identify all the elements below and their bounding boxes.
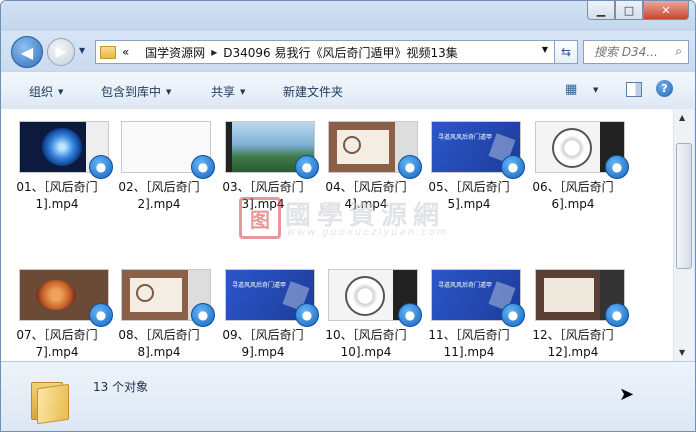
preview-pane-icon[interactable] [626,82,642,97]
file-name-line1: 02、［风后奇门 [118,180,200,194]
scrollbar-thumb[interactable] [676,143,692,269]
file-name-line2: 2].mp4 [137,197,181,211]
share-label: 共享 [211,85,236,99]
organize-menu[interactable]: 组织 ▼ [29,83,63,100]
file-name-line2: 12].mp4 [547,345,599,359]
mouse-cursor-icon: ➤ [619,384,635,405]
watermark-url: www.guoxueziyuan.com [287,227,449,238]
scroll-up-icon[interactable]: ▲ [679,113,685,122]
file-name: 10、［风后奇门 10].mp4 [314,327,418,361]
file-name: 02、［风后奇门 2].mp4 [107,179,211,213]
command-bar: 组织 ▼ 包含到库中 ▼ 共享 ▼ 新建文件夹 ▦ ▼ ? [1,71,695,110]
share-menu[interactable]: 共享 ▼ [211,83,245,100]
chevron-down-icon: ▼ [58,88,64,96]
file-name: 11、［风后奇门 11].mp4 [417,327,521,361]
refresh-icon: ⇆ [560,45,572,59]
file-name-line1: 05、［风后奇门 [428,180,510,194]
new-folder-button[interactable]: 新建文件夹 [283,83,343,100]
search-input[interactable] [592,44,672,60]
search-box[interactable]: ⌕ [583,40,689,64]
file-name-line1: 06、［风后奇门 [532,180,614,194]
navigation-bar: ◀ ▶ ▼ « 国学资源网 ▸ D34096 易我行《风后奇门遁甲》视频13集 … [1,31,695,71]
details-pane: 13 个对象 [1,361,695,431]
back-button[interactable]: ◀ [11,36,43,68]
thumb-title: 寻道风风后奇门遁甲 [232,282,287,289]
search-icon[interactable]: ⌕ [675,44,682,59]
file-name: 09、［风后奇门 9].mp4 [211,327,315,361]
file-name-line2: 7].mp4 [35,345,79,359]
vertical-scrollbar[interactable]: ▲ ▼ [673,109,694,361]
minimize-button[interactable]: ▁ [587,1,615,20]
address-dropdown-icon[interactable]: ▼ [542,45,548,54]
scroll-down-icon[interactable]: ▼ [679,348,685,357]
file-name: 08、［风后奇门 8].mp4 [107,327,211,361]
title-bar: ▁ □ ✕ [1,1,695,31]
thumb-title: 寻道风风后奇门遁甲 [438,134,493,141]
caption-buttons: ▁ □ ✕ [587,1,689,20]
breadcrumb-separator-icon: ▸ [211,45,218,59]
include-in-library-menu[interactable]: 包含到库中 ▼ [101,83,171,100]
file-name: 12、［风后奇门 12].mp4 [521,327,625,361]
file-name-line2: 1].mp4 [35,197,79,211]
breadcrumb-root[interactable]: 国学资源网 [145,44,205,61]
file-name: 01、［风后奇门 1].mp4 [5,179,109,213]
help-icon[interactable]: ? [656,80,673,97]
file-name-line2: 11].mp4 [443,345,495,359]
file-name-line2: 9].mp4 [241,345,285,359]
close-button[interactable]: ✕ [643,1,689,20]
file-name-line1: 11、［风后奇门 [428,328,510,342]
recent-pages-dropdown[interactable]: ▼ [79,46,85,55]
refresh-button[interactable]: ⇆ [555,40,578,64]
maximize-button[interactable]: □ [615,1,643,20]
media-player-icon: ● [605,155,629,179]
chevron-down-icon: ▼ [240,88,246,96]
file-name-line1: 01、［风后奇门 [16,180,98,194]
file-name-line1: 08、［风后奇门 [118,328,200,342]
view-options-icon[interactable]: ▦ [565,82,577,97]
file-name-line2: 10].mp4 [340,345,392,359]
file-name-line1: 09、［风后奇门 [222,328,304,342]
back-arrow-icon: ◀ [20,42,34,62]
include-label: 包含到库中 [101,85,162,99]
watermark: 图 國學資源網 www.guoxueziyuan.com [239,197,469,243]
organize-label: 组织 [29,85,54,99]
view-dropdown-icon[interactable]: ▼ [593,86,598,94]
explorer-window: ▁ □ ✕ ◀ ▶ ▼ « 国学资源网 ▸ D34096 易我行《风后奇门遁甲》… [0,0,696,432]
forward-arrow-icon: ▶ [55,44,67,60]
breadcrumb-separator-icon [135,45,139,59]
chevron-down-icon: ▼ [166,88,172,96]
file-name-line1: 04、［风后奇门 [325,180,407,194]
file-name-line1: 03、［风后奇门 [222,180,304,194]
new-folder-label: 新建文件夹 [283,85,344,99]
media-player-icon: ● [605,303,629,327]
address-bar[interactable]: « 国学资源网 ▸ D34096 易我行《风后奇门遁甲》视频13集 ▼ [95,40,555,64]
file-name-line1: 10、［风后奇门 [325,328,407,342]
thumb-title: 寻道风风后奇门遁甲 [438,282,493,289]
file-name-line2: 8].mp4 [137,345,181,359]
file-name-line2: 6].mp4 [551,197,595,211]
breadcrumb-current[interactable]: D34096 易我行《风后奇门遁甲》视频13集 [223,44,458,61]
folder-large-icon [31,376,69,425]
file-name: 06、［风后奇门 6].mp4 [521,179,625,213]
watermark-seal-icon: 图 [239,197,281,239]
file-name-line1: 07、［风后奇门 [16,328,98,342]
file-name-line1: 12、［风后奇门 [532,328,614,342]
item-count: 13 个对象 [93,380,149,394]
forward-button[interactable]: ▶ [47,38,75,66]
folder-icon [100,45,116,59]
breadcrumb-overflow[interactable]: « [122,45,129,59]
file-name: 07、［风后奇门 7].mp4 [5,327,109,361]
